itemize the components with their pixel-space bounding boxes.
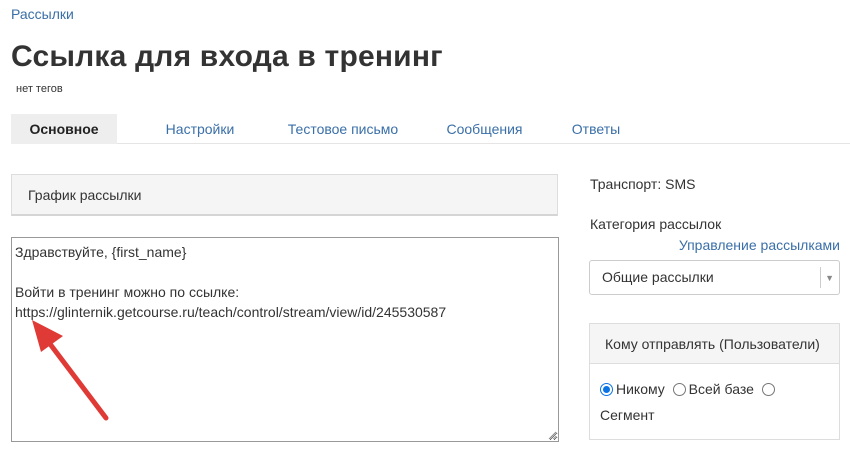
radio-all-base[interactable]: Всей базе [672,376,754,402]
tags-label: нет тегов [16,83,63,95]
radio-label: Всей базе [688,381,754,397]
tab-messages[interactable]: Сообщения [418,114,551,144]
category-select[interactable]: Общие рассылки ▼ [589,260,840,295]
page-title: Ссылка для входа в тренинг [11,40,443,73]
message-line: Войти в тренинг можно по ссылке: [15,284,240,300]
radio-segment[interactable] [761,383,775,396]
category-select-value: Общие рассылки [602,269,714,285]
manage-mailings-link[interactable]: Управление рассылками [679,237,840,253]
schedule-panel-header[interactable]: График рассылки [11,174,558,216]
radio-nobody[interactable]: Никому [600,376,665,402]
resize-handle-icon[interactable] [547,430,557,440]
category-label: Категория рассылок [590,216,722,232]
tab-settings[interactable]: Настройки [132,114,268,144]
recipients-panel: Кому отправлять (Пользователи) Никому Вс… [589,323,840,440]
message-line: https://glinternik.getcourse.ru/teach/co… [15,304,447,320]
tab-main[interactable]: Основное [11,114,117,144]
radio-checked-icon[interactable] [600,383,613,396]
breadcrumb-mailings[interactable]: Рассылки [11,6,74,22]
radio-unchecked-icon[interactable] [672,383,686,396]
select-divider [820,267,821,288]
tab-test-letter[interactable]: Тестовое письмо [268,114,418,144]
recipients-panel-title: Кому отправлять (Пользователи) [590,324,839,364]
tab-bar: Основное Настройки Тестовое письмо Сообщ… [11,114,850,144]
transport-label: Транспорт: SMS [590,176,696,192]
tab-replies[interactable]: Ответы [551,114,641,144]
radio-label: Сегмент [600,407,655,423]
message-line: Здравствуйте, {first_name} [15,244,187,260]
message-line [15,262,555,282]
chevron-down-icon: ▼ [825,273,834,283]
radio-label: Никому [616,381,665,397]
message-textarea[interactable]: Здравствуйте, {first_name} Войти в трени… [11,237,559,442]
